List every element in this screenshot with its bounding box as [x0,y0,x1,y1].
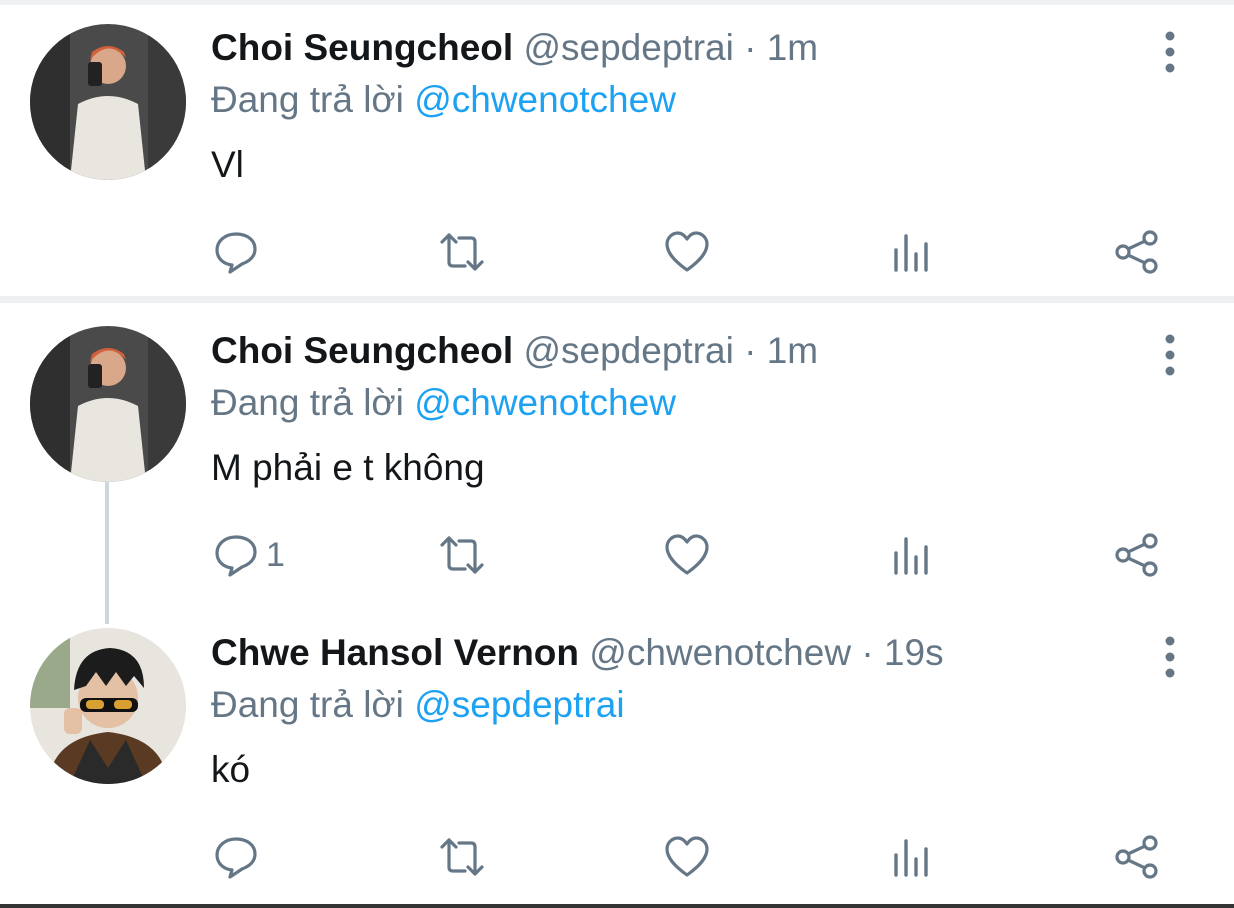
handle-and-time[interactable]: @chwenotchew · 19s [589,632,943,673]
mention-link[interactable]: @chwenotchew [414,382,676,423]
reply-button[interactable]: 1 [212,525,285,585]
replying-prefix: Đang trả lời [211,684,415,725]
retweet-icon [440,536,484,574]
tweet-header: Choi Seungcheol @sepdeptrai · 1m [211,327,818,375]
display-name[interactable]: Choi Seungcheol [211,330,513,371]
reply-count: 1 [266,535,285,574]
tweet-header: Chwe Hansol Vernon @chwenotchew · 19s [211,629,944,677]
reply-bubble-icon [215,535,257,577]
retweet-button[interactable] [438,222,486,282]
mention-link[interactable]: @chwenotchew [414,79,676,120]
heart-icon [665,836,709,877]
reply-button[interactable] [212,827,266,887]
more-vertical-icon [1165,636,1175,678]
retweet-button[interactable] [438,525,486,585]
tweet-actions: 1 [0,525,1234,585]
reply-bubble-icon [215,837,257,879]
more-options-button[interactable] [1150,633,1190,681]
bottom-border [0,904,1234,908]
tweet-text: kó [211,749,251,790]
heart-icon [665,231,709,272]
avatar[interactable] [30,628,186,784]
more-vertical-icon [1165,334,1175,376]
handle-and-time[interactable]: @sepdeptrai · 1m [523,330,818,371]
share-icon [1115,533,1158,577]
analytics-icon [894,839,928,877]
thread-connector [105,482,109,624]
heart-icon [665,534,709,575]
analytics-icon [894,537,928,575]
retweet-icon [440,233,484,271]
tweet-actions [0,222,1234,282]
retweet-button[interactable] [438,827,486,887]
tweet-1[interactable]: Choi Seungcheol @sepdeptrai · 1m Đang tr… [0,0,1234,296]
display-name[interactable]: Choi Seungcheol [211,27,513,68]
share-button[interactable] [1113,525,1161,585]
tweet-3[interactable]: Chwe Hansol Vernon @chwenotchew · 19s Đa… [0,605,1234,904]
display-name[interactable]: Chwe Hansol Vernon [211,632,579,673]
like-button[interactable] [663,222,711,282]
more-vertical-icon [1165,31,1175,73]
mention-link[interactable]: @sepdeptrai [414,684,624,725]
tweet-2[interactable]: Choi Seungcheol @sepdeptrai · 1m Đang tr… [0,303,1234,603]
analytics-icon [894,234,928,272]
like-button[interactable] [663,525,711,585]
tweet-header: Choi Seungcheol @sepdeptrai · 1m [211,24,818,72]
analytics-button[interactable] [889,827,937,887]
tweet-text: M phải e t không [211,447,485,488]
tweet-text: Vl [211,144,244,185]
avatar[interactable] [30,326,186,482]
analytics-button[interactable] [889,525,937,585]
tweet-actions [0,827,1234,887]
share-icon [1115,230,1158,274]
replying-prefix: Đang trả lời [211,79,415,120]
avatar[interactable] [30,24,186,180]
reply-button[interactable] [212,222,266,282]
retweet-icon [440,838,484,876]
replying-to: Đang trả lời @chwenotchew [211,76,676,124]
share-button[interactable] [1113,222,1161,282]
tweet-divider [0,296,1234,303]
replying-to: Đang trả lời @chwenotchew [211,379,676,427]
share-button[interactable] [1113,827,1161,887]
more-options-button[interactable] [1150,331,1190,379]
reply-bubble-icon [215,232,257,274]
share-icon [1115,835,1158,879]
more-options-button[interactable] [1150,28,1190,76]
replying-to: Đang trả lời @sepdeptrai [211,681,625,729]
analytics-button[interactable] [889,222,937,282]
like-button[interactable] [663,827,711,887]
replying-prefix: Đang trả lời [211,382,415,423]
handle-and-time[interactable]: @sepdeptrai · 1m [523,27,818,68]
